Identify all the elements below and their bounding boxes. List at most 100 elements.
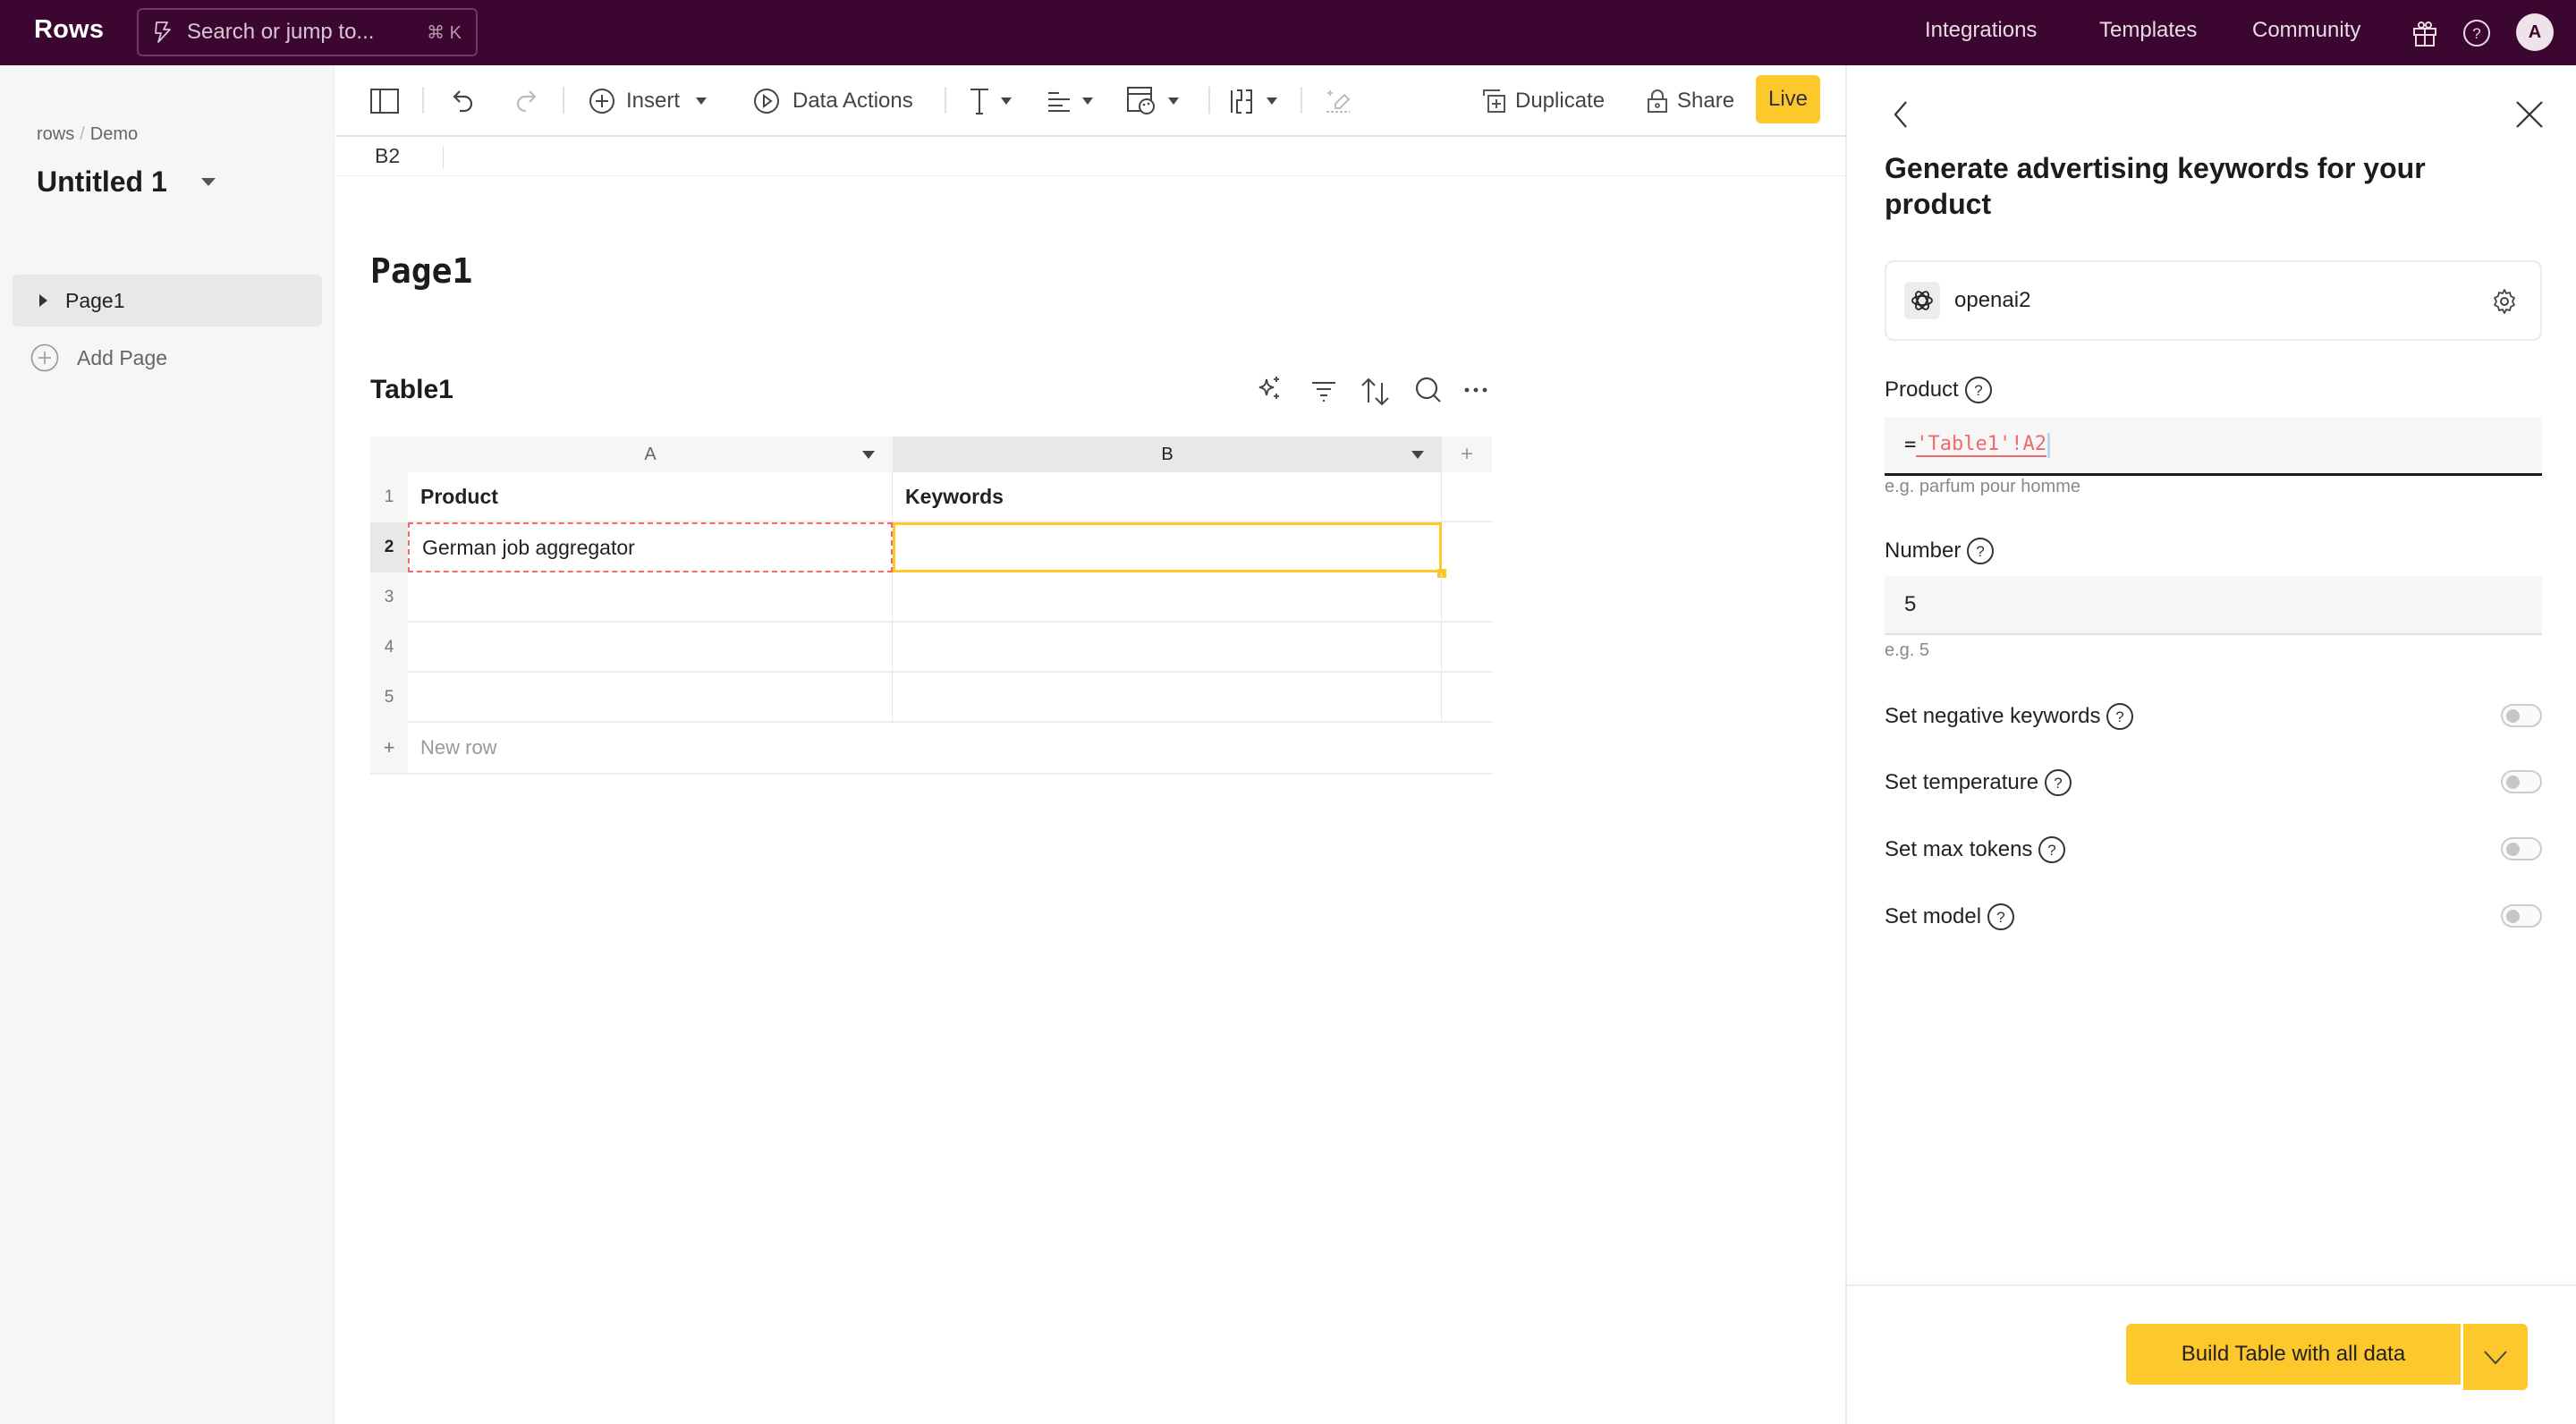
help-icon[interactable]: ? [1987, 903, 2015, 931]
table-cell-b1[interactable]: Keywords [893, 472, 1442, 522]
share-button[interactable]: Share [1647, 65, 1734, 137]
svg-text:?: ? [2054, 775, 2062, 792]
sidebar-item-page1[interactable]: Page1 [13, 275, 322, 326]
breadcrumb-folder[interactable]: Demo [90, 124, 138, 144]
formula-cell-reference: 'Table1'!A2 [1916, 433, 2046, 457]
svg-text:?: ? [1974, 382, 1982, 399]
model-toggle[interactable] [2501, 904, 2542, 928]
more-options-icon[interactable] [1463, 372, 1490, 408]
cell-reference: B2 [375, 144, 401, 167]
row-number[interactable]: 1 [370, 472, 408, 522]
live-button[interactable]: Live [1756, 75, 1820, 123]
new-row-button[interactable]: New row [408, 723, 497, 773]
ai-sparkle-icon[interactable] [1256, 372, 1283, 408]
help-icon[interactable]: ? [1966, 537, 1995, 565]
eraser-sparkle-icon [1326, 90, 1351, 113]
help-icon[interactable]: ? [2462, 18, 2492, 48]
help-icon[interactable]: ? [2038, 835, 2066, 864]
insert-button[interactable]: Insert [589, 65, 708, 137]
page-heading[interactable]: Page1 [370, 251, 472, 291]
filter-icon[interactable] [1310, 372, 1337, 408]
table-cell-a4[interactable] [408, 623, 893, 673]
panel-title: Generate advertising keywords for your p… [1885, 152, 2426, 220]
help-icon[interactable]: ? [2044, 768, 2072, 797]
formula-bar-divider [443, 146, 444, 169]
toggle-sidebar-button[interactable] [370, 65, 399, 137]
redo-icon [516, 90, 537, 113]
row-number[interactable]: 5 [370, 673, 408, 723]
caret-right-icon[interactable] [39, 294, 47, 307]
table-cell-b5[interactable] [893, 673, 1442, 723]
text-type-icon [970, 89, 988, 114]
toggle-label: Set temperature [1885, 770, 2039, 794]
build-options-dropdown[interactable] [2463, 1324, 2528, 1390]
product-input[interactable]: = 'Table1'!A2 [1885, 417, 2542, 476]
connection-card[interactable]: openai2 [1885, 260, 2542, 341]
back-arrow-icon[interactable] [1888, 98, 1913, 131]
breadcrumb-workspace[interactable]: rows [37, 124, 74, 144]
clear-format-button[interactable] [1325, 65, 1352, 137]
search-icon[interactable] [1414, 372, 1443, 408]
chevron-down-icon[interactable] [200, 178, 216, 186]
build-table-button[interactable]: Build Table with all data [2126, 1324, 2461, 1385]
toolbar-divider [945, 87, 946, 114]
add-page-button[interactable]: Add Page [30, 343, 167, 372]
sort-icon[interactable] [1360, 372, 1392, 408]
toggle-row-negative-keywords: Set negative keywords ? [1885, 699, 2542, 734]
column-menu-chevron-icon[interactable] [1411, 451, 1424, 459]
number-format-icon [1231, 89, 1252, 114]
help-icon[interactable]: ? [1964, 376, 1993, 404]
text-format-button[interactable] [969, 65, 1012, 137]
table-cell-b2-selected[interactable] [893, 522, 1442, 572]
search-input[interactable]: Search or jump to... ⌘ K [137, 8, 478, 56]
row-number[interactable]: 3 [370, 572, 408, 623]
table-title[interactable]: Table1 [370, 375, 453, 405]
formula-bar[interactable]: B2 [335, 139, 1845, 176]
align-button[interactable] [1046, 65, 1093, 137]
nav-integrations[interactable]: Integrations [1925, 18, 2037, 43]
table-cell-b4[interactable] [893, 623, 1442, 673]
rows-logo[interactable]: Rows [34, 15, 104, 45]
align-left-icon [1048, 92, 1070, 112]
data-actions-button[interactable]: Data Actions [753, 65, 913, 137]
user-avatar[interactable]: A [2516, 13, 2554, 51]
max-tokens-toggle[interactable] [2501, 837, 2542, 860]
gift-icon[interactable] [2410, 18, 2440, 48]
row-number[interactable]: 2 [370, 522, 408, 572]
toggle-row-temperature: Set temperature ? [1885, 765, 2542, 801]
column-header-a[interactable]: A [408, 437, 893, 472]
product-hint: e.g. parfum pour homme [1885, 477, 2080, 496]
temperature-toggle[interactable] [2501, 770, 2542, 793]
add-column-button[interactable]: + [1442, 437, 1492, 472]
table-cell-b3[interactable] [893, 572, 1442, 623]
negative-keywords-toggle[interactable] [2501, 704, 2542, 727]
close-icon[interactable] [2513, 98, 2546, 131]
table-cell-a1[interactable]: Product [408, 472, 893, 522]
sidebar-panel-icon [370, 89, 399, 114]
chevron-down-icon [1082, 97, 1093, 105]
lightning-icon [155, 21, 171, 43]
document-title[interactable]: Untitled 1 [37, 165, 216, 199]
undo-button[interactable] [452, 65, 477, 137]
nav-community[interactable]: Community [2252, 18, 2360, 43]
table-cell-a2[interactable]: German job aggregator [408, 522, 893, 572]
document-title-text: Untitled 1 [37, 165, 167, 198]
number-format-button[interactable] [1229, 65, 1277, 137]
column-menu-chevron-icon[interactable] [862, 451, 875, 459]
row-number[interactable]: 4 [370, 623, 408, 673]
toolbar-divider [1301, 87, 1302, 114]
help-icon[interactable]: ? [2106, 702, 2134, 731]
cell-style-button[interactable] [1127, 65, 1179, 137]
table-cell-a3[interactable] [408, 572, 893, 623]
plus-circle-icon [589, 89, 614, 114]
duplicate-button[interactable]: Duplicate [1483, 65, 1605, 137]
column-header-b[interactable]: B [893, 437, 1442, 472]
gear-icon[interactable] [2490, 287, 2519, 316]
redo-button[interactable] [513, 65, 538, 137]
add-row-icon[interactable]: + [370, 723, 408, 773]
table-cell-a5[interactable] [408, 673, 893, 723]
nav-templates[interactable]: Templates [2099, 18, 2197, 43]
share-label: Share [1677, 89, 1735, 113]
toolbar-divider [1208, 87, 1210, 114]
number-input[interactable]: 5 [1885, 576, 2542, 635]
